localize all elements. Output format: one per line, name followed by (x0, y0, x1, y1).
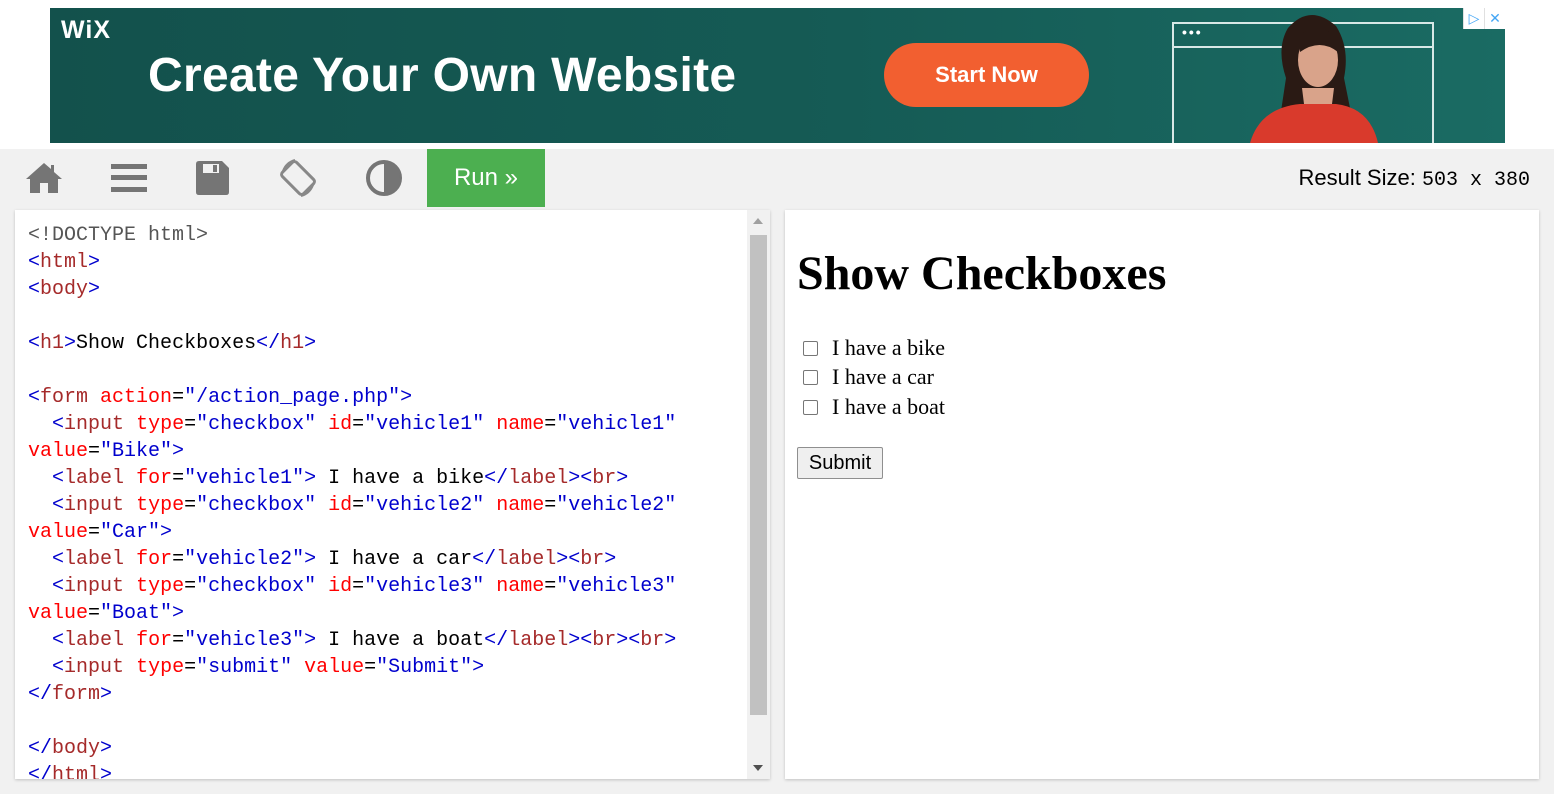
ad-banner[interactable]: WiX Create Your Own Website Start Now ••… (50, 8, 1505, 143)
scroll-down-arrow-icon[interactable] (753, 765, 763, 771)
home-button[interactable] (10, 149, 78, 207)
result-size-value: 503 x 380 (1421, 169, 1530, 192)
code-text[interactable]: <!DOCTYPE html> <html> <body> <h1>Show C… (28, 222, 676, 779)
adchoices-icon[interactable]: ▷ (1463, 8, 1484, 29)
close-icon[interactable]: ✕ (1484, 8, 1505, 29)
checkbox-car[interactable] (803, 369, 818, 385)
result-panel: Show Checkboxes I have a bike I have a c… (785, 210, 1539, 779)
home-icon (26, 163, 62, 193)
menu-icon (111, 164, 147, 192)
ad-person-image (1250, 14, 1378, 143)
theme-toggle-button[interactable] (350, 149, 418, 207)
checkbox-label-bike[interactable]: I have a bike (832, 335, 945, 361)
ad-logo: WiX (61, 16, 111, 44)
checkbox-row-bike: I have a bike (803, 335, 945, 361)
ad-window-dots: ••• (1182, 24, 1203, 40)
run-button[interactable]: Run » (427, 149, 545, 207)
rotate-icon (280, 159, 316, 197)
checkbox-bike[interactable] (803, 340, 818, 356)
ad-start-now-button[interactable]: Start Now (884, 43, 1089, 107)
checkbox-label-boat[interactable]: I have a boat (832, 394, 945, 420)
checkbox-row-boat: I have a boat (803, 394, 945, 420)
ad-controls: ▷ ✕ (1463, 8, 1505, 29)
result-heading: Show Checkboxes (797, 247, 1167, 300)
menu-button[interactable] (95, 149, 163, 207)
checkbox-boat[interactable] (803, 399, 818, 415)
save-icon (196, 161, 229, 195)
result-size-label: Result Size: (1298, 165, 1416, 190)
scroll-up-arrow-icon[interactable] (753, 218, 763, 224)
code-scrollbar[interactable] (747, 210, 770, 779)
rotate-button[interactable] (264, 149, 332, 207)
code-editor[interactable]: <!DOCTYPE html> <html> <body> <h1>Show C… (15, 210, 770, 779)
save-button[interactable] (178, 149, 246, 207)
checkbox-row-car: I have a car (803, 364, 934, 390)
checkbox-label-car[interactable]: I have a car (832, 364, 934, 390)
result-size: Result Size: 503 x 380 (1298, 165, 1530, 192)
editor-toolbar: Run » Result Size: 503 x 380 (0, 149, 1554, 207)
scroll-thumb[interactable] (750, 235, 767, 715)
submit-button[interactable]: Submit (797, 447, 883, 479)
ad-headline: Create Your Own Website (148, 49, 737, 102)
workspace: <!DOCTYPE html> <html> <body> <h1>Show C… (0, 207, 1554, 794)
contrast-icon (366, 160, 402, 196)
